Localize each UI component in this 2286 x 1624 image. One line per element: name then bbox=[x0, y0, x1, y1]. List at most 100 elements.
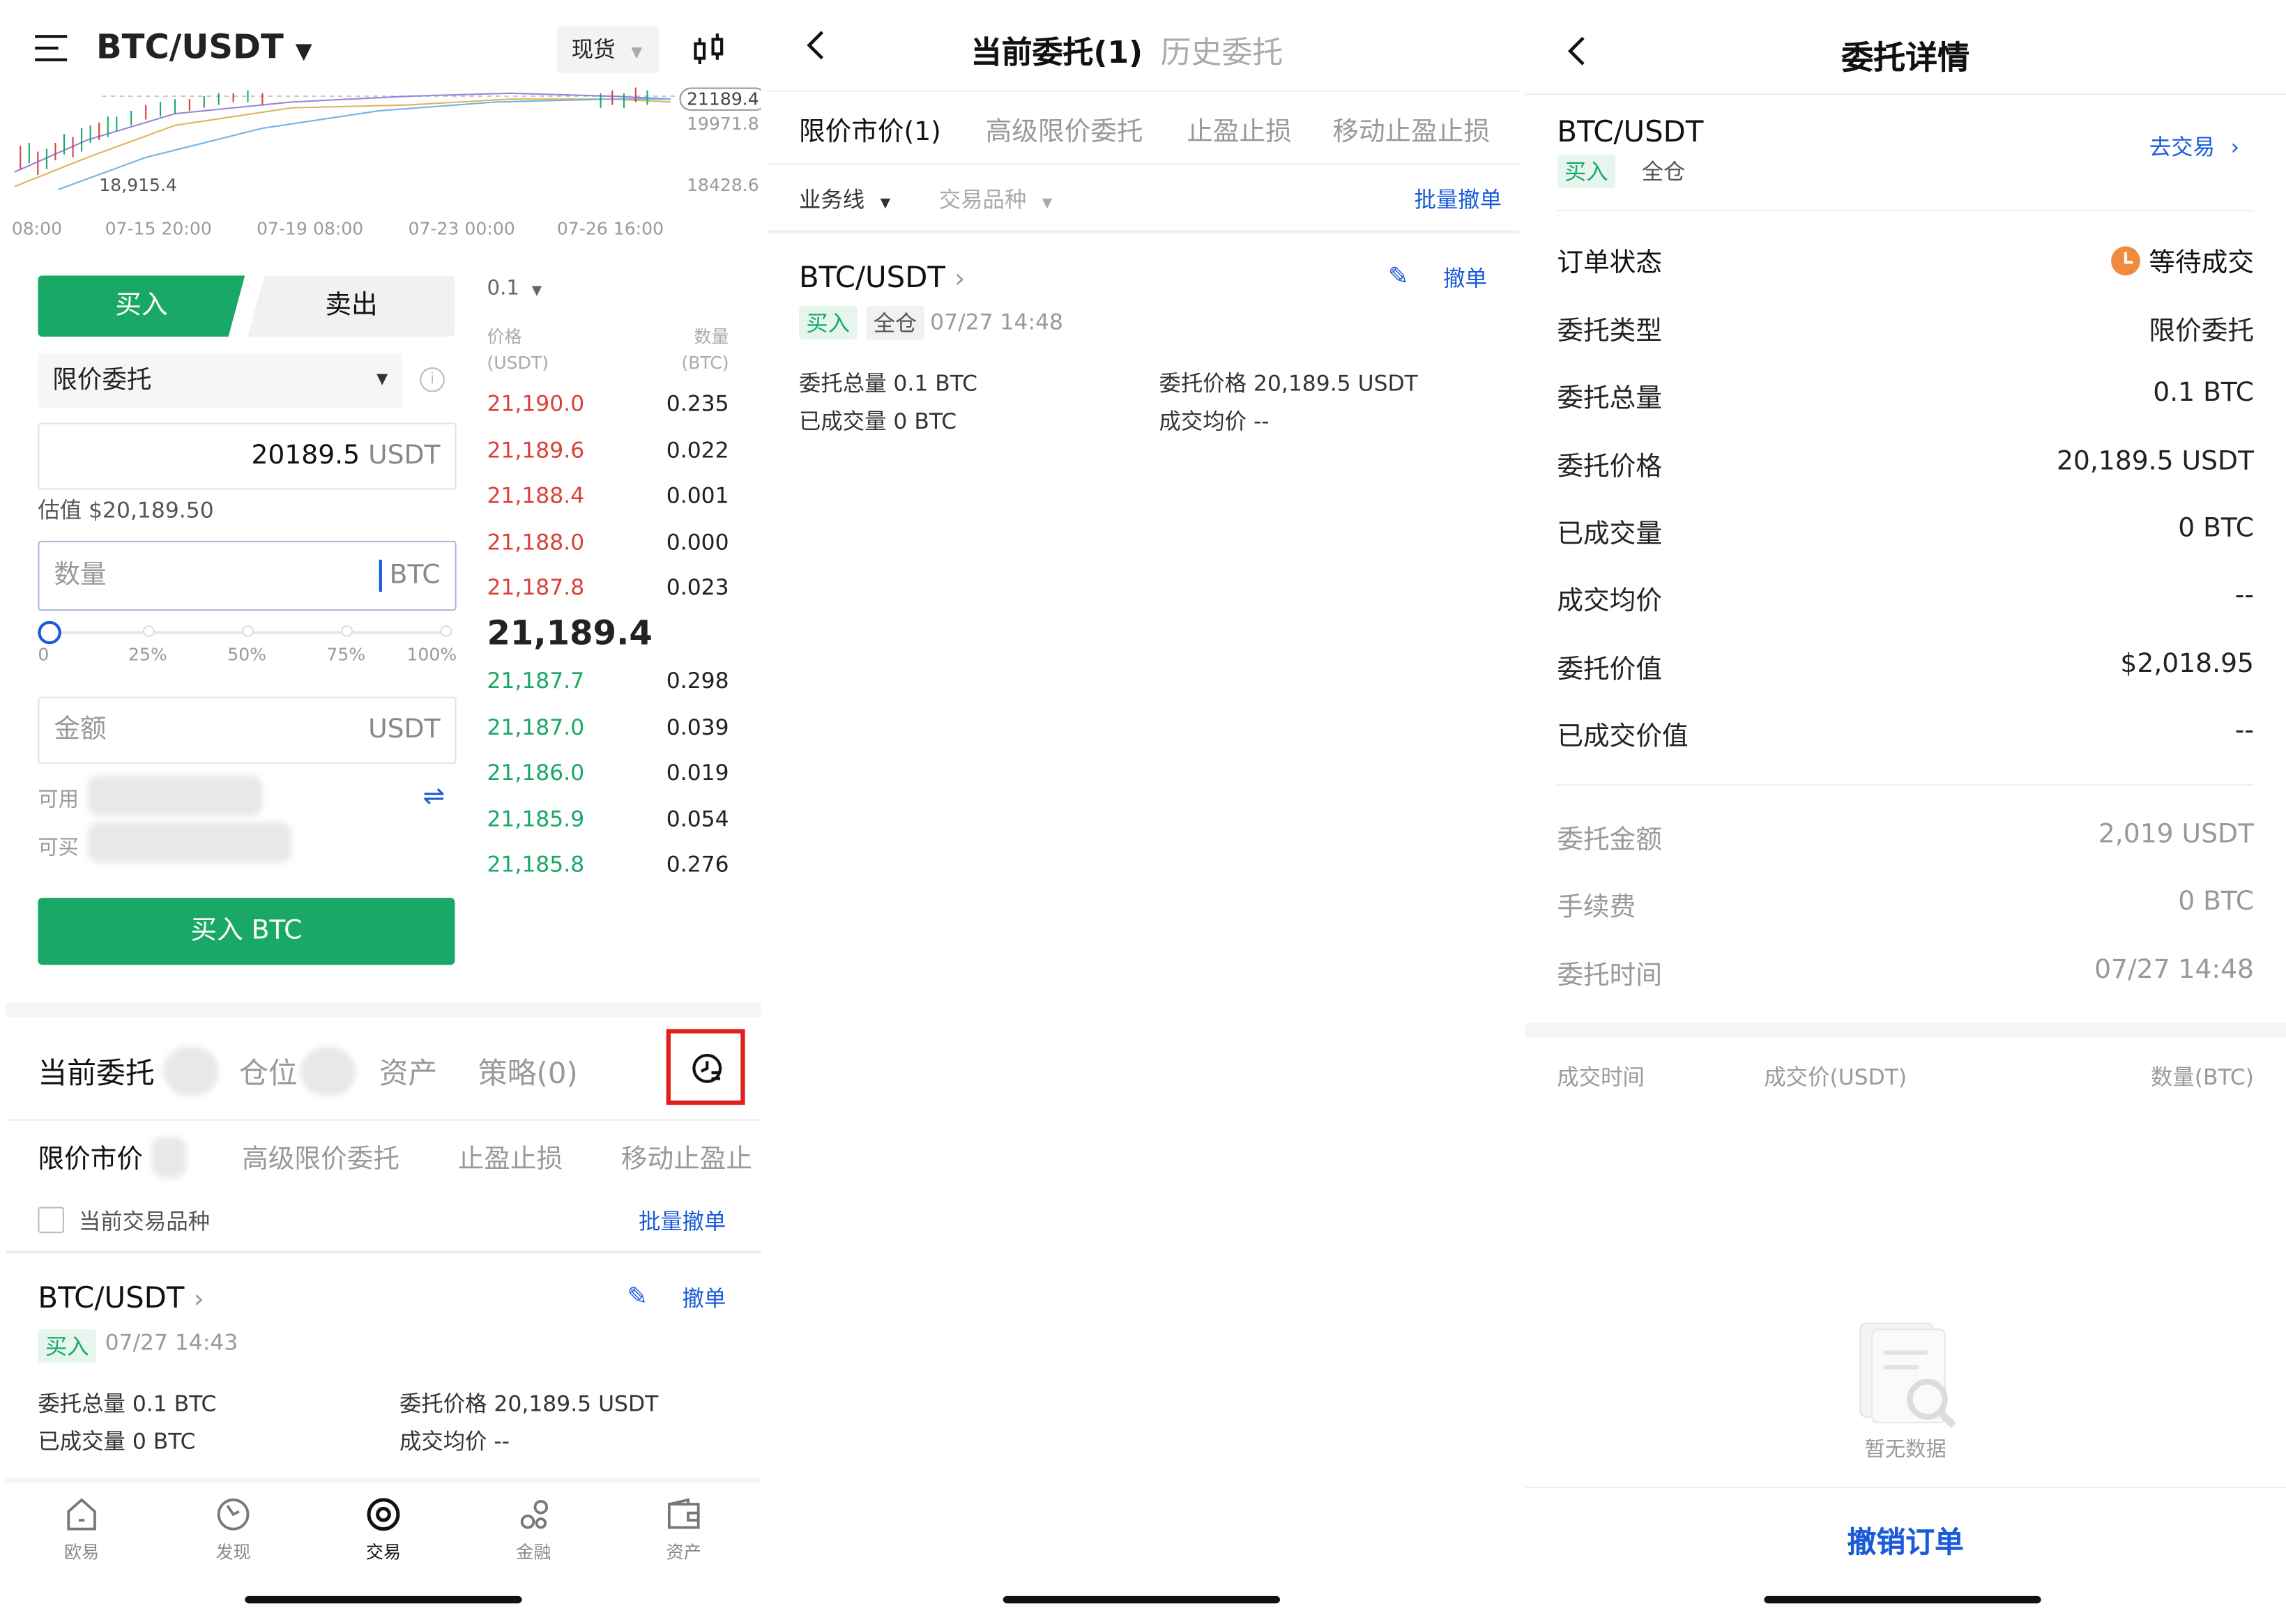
order-pair-link[interactable]: BTC/USDT › bbox=[799, 259, 965, 294]
edit-icon[interactable]: ✎ bbox=[1388, 262, 1409, 291]
caret-down-icon: ▼ bbox=[881, 197, 890, 211]
buy-btc-button[interactable]: 买入 BTC bbox=[38, 898, 455, 965]
subtab-advanced-limit[interactable]: 高级限价委托 bbox=[986, 111, 1143, 148]
subtab-tp-sl[interactable]: 止盈止损 bbox=[1187, 111, 1292, 148]
row-key: 委托时间 bbox=[1557, 955, 1662, 993]
empty-state-text: 暂无数据 bbox=[1525, 1434, 2286, 1464]
info-icon[interactable]: i bbox=[420, 367, 445, 392]
pair-filter[interactable]: 交易品种 ▼ bbox=[939, 183, 1053, 214]
bid-row[interactable]: 21,185.80.276 bbox=[487, 851, 729, 897]
ask-price: 21,187.8 bbox=[487, 574, 584, 601]
caret-down-icon: ▼ bbox=[296, 38, 312, 64]
count-hidden bbox=[163, 1046, 218, 1096]
depth-select[interactable]: 0.1 ▼ bbox=[487, 277, 542, 300]
menu-icon[interactable] bbox=[35, 35, 67, 64]
sell-tab[interactable]: 卖出 bbox=[248, 275, 455, 337]
bid-qty: 0.298 bbox=[666, 668, 729, 694]
tab-history-orders-title[interactable]: 历史委托 bbox=[1161, 29, 1283, 73]
home-indicator bbox=[1764, 1596, 2041, 1603]
chart-price-hi: 21189.4 bbox=[679, 87, 761, 110]
edit-icon[interactable]: ✎ bbox=[627, 1282, 648, 1312]
order-price: 委托价格 20,189.5 USDT bbox=[1159, 367, 1418, 398]
subtab-label: 止盈止损 bbox=[458, 1144, 563, 1175]
nav-trade[interactable]: 交易 bbox=[354, 1496, 413, 1564]
nav-discover[interactable]: 发现 bbox=[204, 1496, 263, 1564]
count-hidden bbox=[300, 1046, 356, 1096]
order-pair-link[interactable]: BTC/USDT › bbox=[38, 1280, 204, 1315]
bid-row[interactable]: 21,185.90.054 bbox=[487, 805, 729, 851]
history-button-highlight[interactable] bbox=[666, 1029, 745, 1105]
home-icon bbox=[64, 1496, 99, 1533]
divider bbox=[1557, 210, 2254, 211]
back-chevron-icon[interactable] bbox=[805, 29, 825, 67]
subtab-trailing[interactable]: 移动止盈止 bbox=[621, 1138, 755, 1176]
caret-down-icon: ▼ bbox=[532, 284, 542, 299]
price-chart[interactable]: 21189.4 19971.8 18428.6 18,915.4 bbox=[0, 84, 761, 215]
amount-input[interactable]: 金额 USDT bbox=[38, 697, 456, 764]
ask-row[interactable]: 21,188.00.000 bbox=[487, 528, 729, 574]
subtab-tp-sl[interactable]: 止盈止损 bbox=[458, 1138, 563, 1176]
row-value: 0 BTC bbox=[2178, 513, 2254, 544]
quantity-input[interactable]: 数量 BTC bbox=[38, 541, 456, 611]
buy-tab-label: 买入 bbox=[115, 290, 167, 321]
buy-tab[interactable]: 买入 bbox=[38, 275, 245, 337]
price-header-unit: (USDT) bbox=[487, 350, 549, 376]
row-key: 手续费 bbox=[1557, 886, 1636, 924]
bid-row[interactable]: 21,186.00.019 bbox=[487, 760, 729, 806]
nav-label: 欧易 bbox=[52, 1539, 111, 1564]
candlestick-icon[interactable] bbox=[691, 32, 729, 70]
nav-finance[interactable]: 金融 bbox=[505, 1496, 563, 1564]
subtab-label: 移动止盈止 bbox=[621, 1144, 752, 1175]
batch-cancel-link[interactable]: 批量撤单 bbox=[639, 1205, 726, 1236]
row-key: 委托类型 bbox=[1557, 310, 1662, 348]
ask-row[interactable]: 21,190.00.235 bbox=[487, 390, 729, 436]
ask-row[interactable]: 21,189.60.022 bbox=[487, 436, 729, 482]
chevron-right-icon: › bbox=[954, 264, 965, 295]
amount-placeholder: 金额 bbox=[54, 714, 106, 745]
row-key: 委托总量 bbox=[1557, 378, 1662, 415]
ask-row[interactable]: 21,188.40.001 bbox=[487, 482, 729, 528]
subtab-limit-market[interactable]: 限价市价(1) bbox=[799, 111, 941, 148]
bid-row[interactable]: 21,187.70.298 bbox=[487, 668, 729, 714]
subtab-trailing[interactable]: 移动止盈止损 bbox=[1332, 111, 1490, 148]
row-value: 2,019 USDT bbox=[2098, 819, 2254, 850]
subtab-limit-market[interactable]: 限价市价 bbox=[38, 1138, 143, 1176]
slider-handle[interactable] bbox=[38, 621, 61, 644]
batch-cancel-link[interactable]: 批量撤单 bbox=[1414, 183, 1502, 214]
go-trade-link[interactable]: 去交易 › bbox=[2149, 131, 2239, 162]
nav-okx[interactable]: 欧易 bbox=[52, 1496, 111, 1564]
tab-positions[interactable]: 仓位 bbox=[239, 1050, 298, 1092]
subtab-label: 高级限价委托 bbox=[242, 1144, 399, 1175]
nav-label: 资产 bbox=[655, 1539, 713, 1564]
transfer-icon[interactable]: ⇌ bbox=[422, 781, 445, 812]
order-detail-screen: 委托详情 BTC/USDT 买入 全仓 去交易 › 订单状态 等待成交 委托类型… bbox=[1525, 0, 2286, 1624]
side-tag-text: 买入 bbox=[38, 1329, 96, 1363]
cancel-order-button[interactable]: 撤销订单 bbox=[1525, 1519, 2286, 1561]
pair-title[interactable]: BTC/USDT ▼ bbox=[96, 29, 312, 67]
tab-current-orders-title[interactable]: 当前委托(1) bbox=[971, 29, 1143, 73]
filter-checkbox[interactable] bbox=[38, 1207, 64, 1234]
subtab-advanced-limit[interactable]: 高级限价委托 bbox=[242, 1138, 399, 1176]
order-type-select[interactable]: 限价委托 ▼ bbox=[38, 353, 402, 408]
amount-slider[interactable]: 0 25% 50% 75% 100% bbox=[38, 621, 453, 665]
tab-current-orders[interactable]: 当前委托 bbox=[38, 1050, 154, 1092]
tab-strategies[interactable]: 策略(0) bbox=[478, 1050, 578, 1092]
chevron-right-icon: › bbox=[194, 1284, 204, 1315]
x-tick: 08:00 bbox=[12, 219, 62, 239]
price-input[interactable]: 20189.5 USDT bbox=[38, 422, 456, 489]
cancel-order-link[interactable]: 撤单 bbox=[1443, 262, 1487, 293]
last-price[interactable]: 21,189.4 bbox=[487, 615, 652, 652]
business-line-filter[interactable]: 业务线 ▼ bbox=[799, 183, 890, 214]
nav-label: 金融 bbox=[505, 1539, 563, 1564]
price-value: 20189.5 bbox=[251, 441, 360, 471]
nav-assets[interactable]: 资产 bbox=[655, 1496, 713, 1564]
tab-assets[interactable]: 资产 bbox=[379, 1050, 438, 1092]
side-tag-text: 买入 bbox=[799, 306, 858, 339]
row-key: 委托价值 bbox=[1557, 649, 1662, 687]
ask-row[interactable]: 21,187.80.023 bbox=[487, 574, 729, 620]
can-buy-label: 可买 bbox=[38, 832, 79, 861]
home-indicator bbox=[1003, 1596, 1280, 1603]
bid-row[interactable]: 21,187.00.039 bbox=[487, 714, 729, 760]
cancel-order-link[interactable]: 撤单 bbox=[683, 1282, 726, 1313]
market-type-select[interactable]: 现货 ▼ bbox=[557, 26, 659, 73]
